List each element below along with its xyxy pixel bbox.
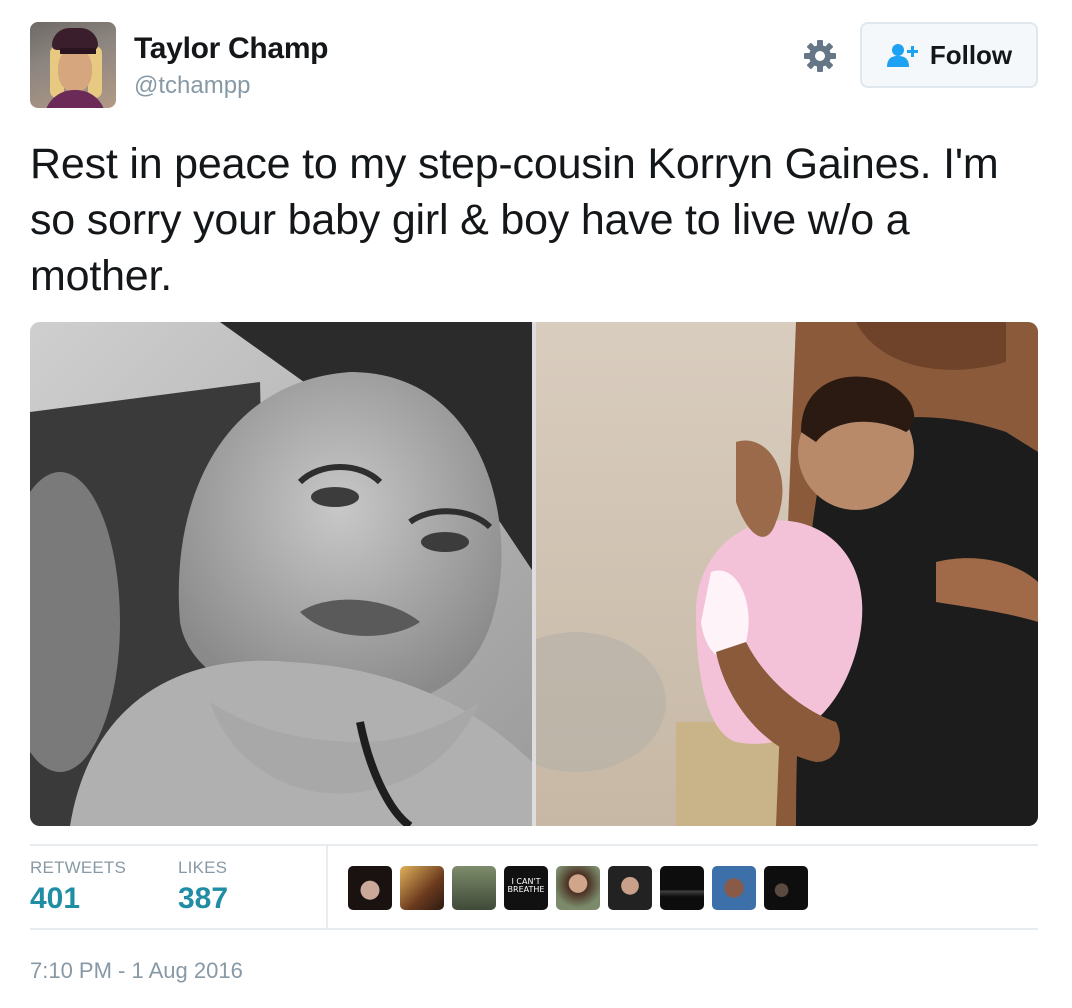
liker-avatar[interactable] [556, 866, 600, 910]
follow-button[interactable]: Follow [860, 22, 1038, 88]
stats-divider [326, 846, 328, 930]
gear-icon[interactable] [802, 38, 838, 74]
retweets-count: 401 [30, 882, 81, 915]
tweet-timestamp[interactable]: 7:10 PM - 1 Aug 2016 [30, 958, 243, 984]
add-user-icon [886, 44, 918, 67]
tweet-header: Taylor Champ @tchampp Follow [30, 22, 1038, 108]
likes-label: LIKES [178, 858, 228, 877]
liker-avatars: I CAN'T BREATHE [348, 866, 816, 910]
follow-label: Follow [929, 39, 1013, 70]
user-display-name[interactable]: Taylor Champ [134, 32, 329, 66]
user-avatar[interactable] [30, 22, 116, 108]
retweets-label: RETWEETS [30, 858, 127, 877]
liker-avatar[interactable] [452, 866, 496, 910]
liker-avatar[interactable] [608, 866, 652, 910]
liker-avatar[interactable] [348, 866, 392, 910]
mother-holding-baby-photo[interactable] [536, 322, 1038, 826]
black-and-white-selfie-photo[interactable] [30, 322, 532, 826]
tweet-stats: RETWEETS 401 LIKES 387 I CAN'T BREATHE [30, 844, 1038, 930]
likes-stat[interactable]: LIKES 387 [178, 858, 228, 916]
tweet-text: Rest in peace to my step-cousin Korryn G… [30, 140, 999, 300]
likes-count: 387 [178, 882, 229, 915]
liker-avatar-text: I CAN'T BREATHE [507, 877, 545, 894]
retweets-stat[interactable]: RETWEETS 401 [30, 858, 126, 916]
liker-avatar[interactable] [764, 866, 808, 910]
liker-avatar[interactable] [400, 866, 444, 910]
liker-avatar[interactable] [660, 866, 704, 910]
user-handle[interactable]: @tchampp [134, 72, 250, 100]
liker-avatar[interactable] [712, 866, 756, 910]
tweet-media[interactable] [30, 322, 1038, 826]
liker-avatar[interactable]: I CAN'T BREATHE [504, 866, 548, 910]
